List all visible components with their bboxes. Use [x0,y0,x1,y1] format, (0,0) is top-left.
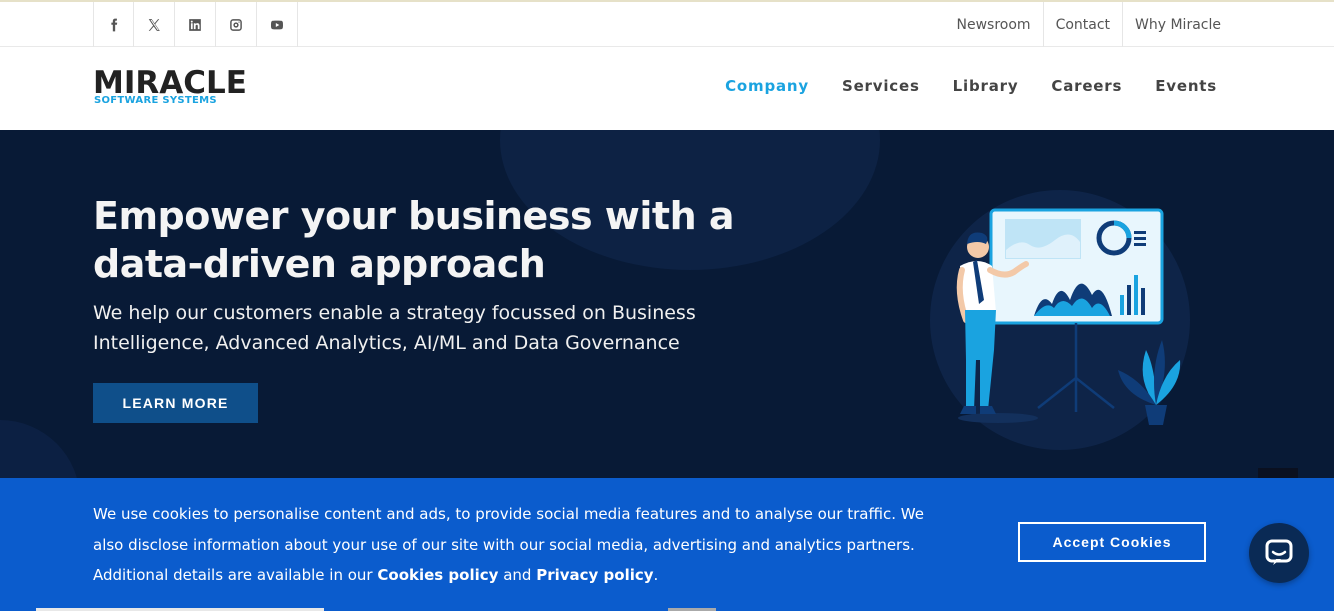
hero-title: Empower your business with a data-driven… [93,194,735,286]
social-links [93,2,298,47]
facebook-icon [110,18,117,31]
chat-bubble-icon [1265,539,1293,565]
learn-more-button[interactable]: LEARN MORE [93,383,258,423]
hero-section: Empower your business with a data-driven… [0,130,1334,480]
youtube-link[interactable] [257,2,298,47]
instagram-icon [230,18,242,31]
hero-lead: We help our customers enable a strategy … [93,302,696,354]
chat-widget-button[interactable] [1249,523,1309,583]
nav-item-library[interactable]: Library [953,77,1019,95]
linkedin-link[interactable] [175,2,216,47]
top-links: Newsroom Contact Why Miracle [945,2,1233,47]
youtube-icon [270,20,284,29]
top-utility-bar: Newsroom Contact Why Miracle [0,0,1334,47]
nav-links: Company Services Library Careers Events [692,77,1217,95]
miracle-logo[interactable]: MIRACLE SOFTWARE SYSTEMS [93,65,253,109]
x-twitter-icon [148,18,160,31]
nav-item-events[interactable]: Events [1155,77,1217,95]
contact-link[interactable]: Contact [1042,2,1122,47]
background-blob [0,420,80,480]
linkedin-icon [189,18,201,31]
cookies-policy-link[interactable]: Cookies policy [377,566,498,584]
cookie-message: We use cookies to personalise content an… [93,499,953,591]
cookie-text-end: . [653,566,659,584]
privacy-policy-link[interactable]: Privacy policy [536,566,653,584]
newsroom-link[interactable]: Newsroom [945,2,1043,47]
nav-item-services[interactable]: Services [842,77,920,95]
x-link[interactable] [134,2,175,47]
facebook-link[interactable] [93,2,134,47]
main-navigation: MIRACLE SOFTWARE SYSTEMS Company Service… [0,47,1334,130]
data-analyst-illustration [956,208,1181,425]
cookie-consent-banner: We use cookies to personalise content an… [0,478,1334,611]
accept-cookies-button[interactable]: Accept Cookies [1018,522,1206,562]
why-miracle-link[interactable]: Why Miracle [1122,2,1233,47]
nav-item-careers[interactable]: Careers [1051,77,1122,95]
instagram-link[interactable] [216,2,257,47]
logo-tagline: SOFTWARE SYSTEMS [94,95,217,106]
nav-item-company[interactable]: Company [725,77,809,95]
cookie-text-and: and [498,566,537,584]
